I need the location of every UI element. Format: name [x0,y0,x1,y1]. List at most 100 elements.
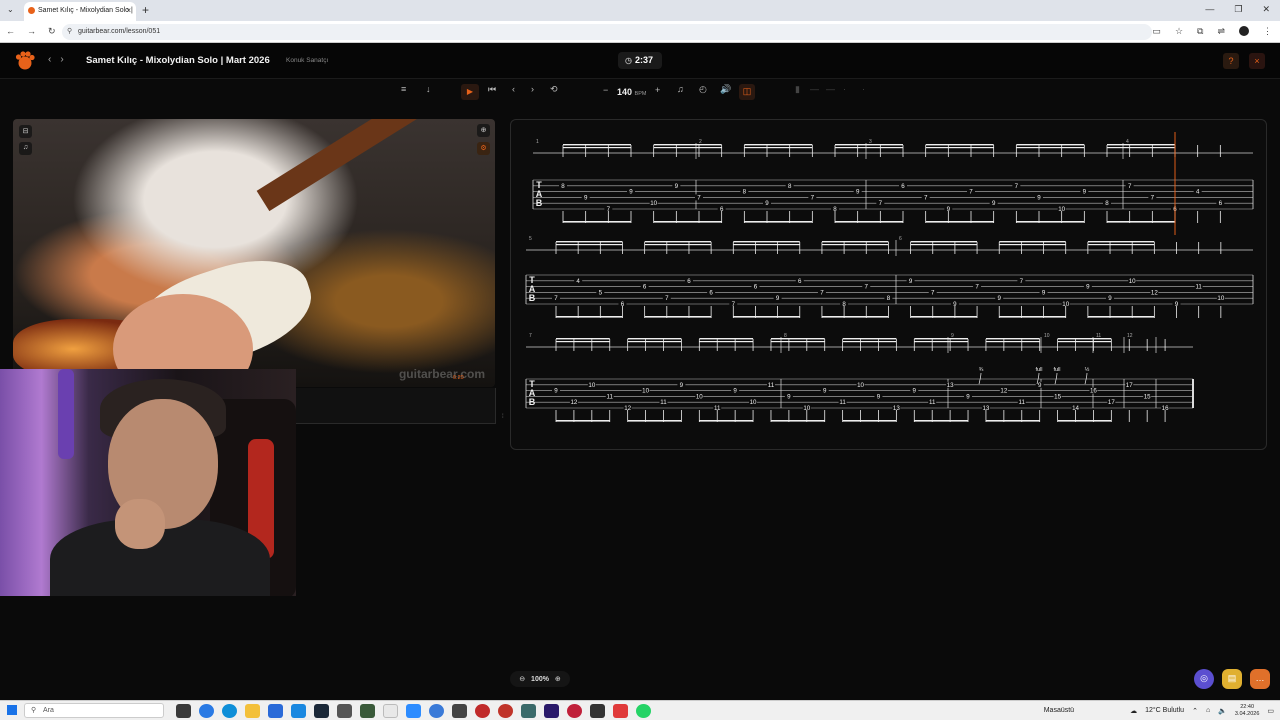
daw-icon[interactable] [475,704,490,718]
notifications-icon[interactable]: ▭ [1267,707,1274,715]
loop-icon[interactable]: ⟲ [550,84,558,100]
whatsapp-icon[interactable] [636,704,651,718]
tab-search-icon[interactable]: ⌄ [7,5,14,14]
guitarbear-logo-icon[interactable] [14,50,36,72]
menu-icon[interactable]: ≡ [401,84,406,100]
track-slider-mark-icon: — [826,84,835,94]
zoom-out-icon[interactable]: ⊖ [519,676,525,683]
url-text: guitarbear.com/lesson/051 [78,28,161,35]
lesson-video[interactable]: ⊟ ♫ ⊕ ⚙ guitarbear.com 0:20 [13,119,495,387]
close-window-icon[interactable]: ✕ [1262,4,1270,15]
opera-icon[interactable] [498,704,513,718]
taskbar-search[interactable]: ⚲ Ara [24,703,164,718]
forward-icon[interactable]: → [27,26,36,37]
tempo-increase-button[interactable]: + [655,85,660,101]
new-tab-button[interactable]: + [142,3,149,17]
reload-icon[interactable]: ↻ [48,26,56,37]
desktop-label[interactable]: Masaüstü [1044,707,1074,714]
url-field[interactable]: ⚲ guitarbear.com/lesson/051 [62,24,1152,40]
browser-menu-icon[interactable]: ⋮ [1263,26,1272,37]
timer-value: 2:37 [634,55,653,65]
bookmark-star-icon[interactable]: ☆ [1175,26,1183,37]
profile-avatar[interactable] [1239,26,1249,36]
task-view-icon[interactable] [176,704,191,718]
help-button[interactable]: ? [1223,53,1239,69]
tab-beam [644,316,712,318]
tray-chevron-icon[interactable]: ⌃ [1192,707,1198,715]
zoom-app-icon[interactable] [406,704,421,718]
store-icon[interactable] [268,704,283,718]
copilot-icon[interactable] [199,704,214,718]
assistant-button[interactable]: ◎ [1194,669,1214,689]
capcut-icon[interactable] [613,704,628,718]
fret-number: 10 [650,200,657,207]
network-icon[interactable]: ⌂ [1206,707,1210,714]
edge-icon[interactable] [222,704,237,718]
file-explorer-icon[interactable] [245,704,260,718]
cast-icon[interactable]: ▭ [1152,26,1161,37]
previous-lesson-icon[interactable]: ‹ [48,54,51,65]
panel-resize-handle[interactable]: ⁞ [502,414,504,420]
next-lesson-icon[interactable]: › [60,54,63,65]
close-lesson-button[interactable]: × [1249,53,1265,69]
pip-icon[interactable]: ⊟ [19,125,32,138]
volume-tray-icon[interactable]: 🔈 [1218,707,1227,715]
mail-icon[interactable] [291,704,306,718]
track-slider-mark-icon: · [862,84,865,94]
profile-sync-icon[interactable]: ⇌ [1217,26,1225,37]
fret-number: 9 [1042,289,1046,296]
fret-number: 10 [857,382,864,389]
video-watermark: guitarbear.com [398,367,485,381]
track-slider-icon[interactable]: ▮ [795,84,800,100]
tab-sheet[interactable]: TAB123489791097689878976797979109877646T… [510,119,1267,450]
zoom-video-icon[interactable]: ⊕ [477,124,490,137]
favicon-icon [28,7,35,14]
chat-button[interactable]: … [1250,669,1270,689]
site-info-icon[interactable]: ⚲ [67,27,72,35]
premiere-icon[interactable] [544,704,559,718]
zoom-in-icon[interactable]: ⊕ [555,676,561,683]
fret-number: 7 [665,295,669,302]
taskbar-clock[interactable]: 22:40 3.04.2026 [1235,704,1259,717]
audio-icon[interactable]: ♫ [19,142,32,155]
download-icon[interactable]: ↓ [426,84,431,100]
next-bar-icon[interactable]: › [531,84,534,100]
video-settings-icon[interactable]: ⚙ [477,142,490,155]
tab-beam [556,316,623,318]
volume-icon[interactable]: 🔊 [720,84,731,100]
tab-beam [627,420,682,422]
recorder-icon[interactable] [567,704,582,718]
app-icon[interactable] [360,704,375,718]
minimize-icon[interactable]: — [1205,4,1214,15]
notes-button[interactable]: ▤ [1222,669,1242,689]
close-tab-icon[interactable]: × [126,6,131,15]
media-icon[interactable] [452,704,467,718]
fret-number: 6 [687,278,691,285]
play-button[interactable]: ▶ [461,84,479,100]
layout-toggle-icon[interactable]: ◫ [739,84,755,100]
browser-icon[interactable] [429,704,444,718]
skip-to-start-icon[interactable]: ⏮ [488,84,496,100]
calculator-icon[interactable] [337,704,352,718]
weather-text[interactable]: 12°C Bulutlu [1145,707,1184,714]
extensions-icon[interactable]: ⧉ [1197,26,1203,37]
fret-number: 11 [1195,284,1202,291]
video-frame-edge [296,388,496,424]
maximize-icon[interactable]: ❐ [1234,4,1242,15]
chrome-icon[interactable] [383,704,398,718]
previous-bar-icon[interactable]: ‹ [512,84,515,100]
tab-beam [653,221,722,223]
tempo-decrease-button[interactable]: − [603,85,608,101]
fret-number: 9 [823,388,827,395]
rhythm-beam [744,144,813,146]
tool-icon[interactable] [521,704,536,718]
count-in-icon[interactable]: ◴ [699,84,707,100]
back-icon[interactable]: ← [6,26,15,37]
browser-tab[interactable]: Samet Kılıç - Mixolydian Solo | × [24,2,136,21]
vegas-icon[interactable] [590,704,605,718]
start-icon[interactable] [7,705,17,715]
rhythm-beam [770,341,825,343]
steam-icon[interactable] [314,704,329,718]
metronome-icon[interactable]: ♫ [677,84,684,100]
rhythm-beam [914,341,969,343]
